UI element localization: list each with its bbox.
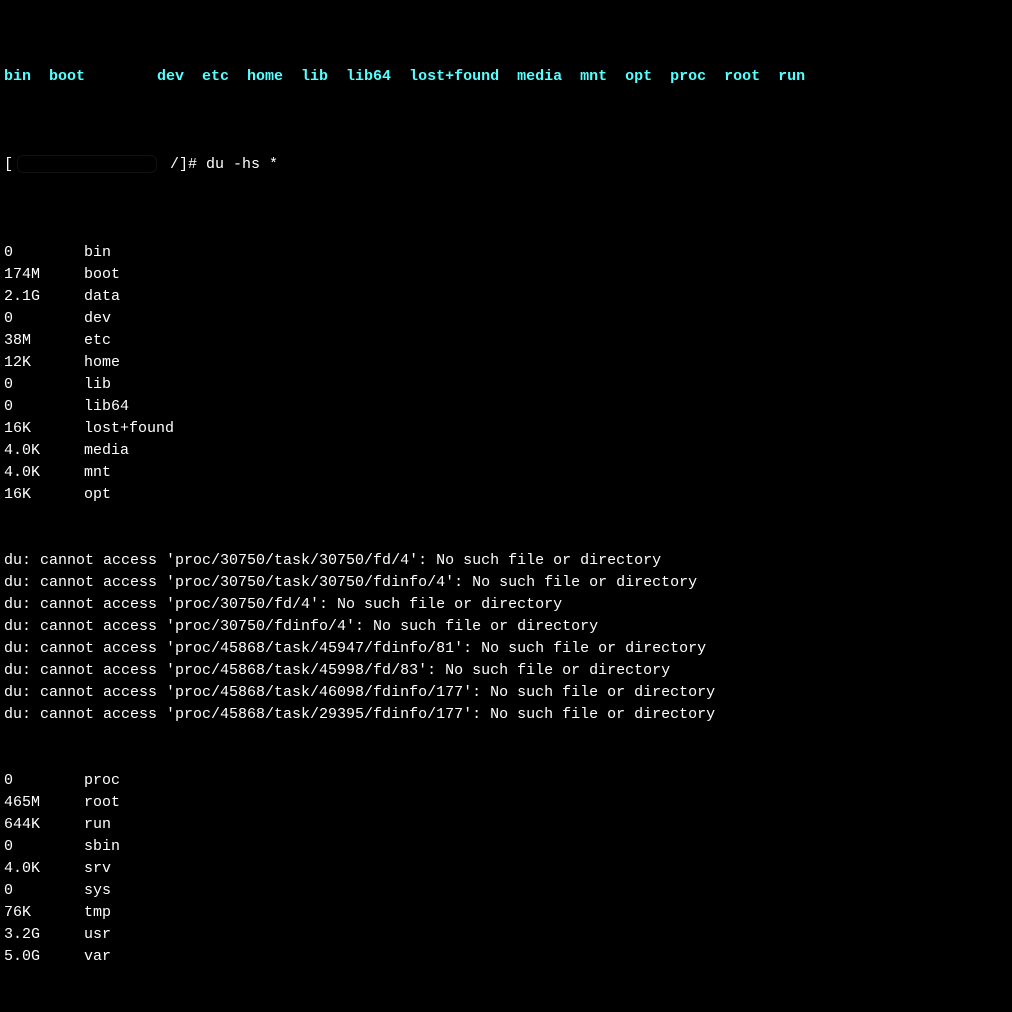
du-row: 174M boot	[4, 264, 1008, 286]
du-name: lib64	[84, 396, 129, 418]
du-name: home	[84, 352, 120, 374]
du-name: media	[84, 440, 129, 462]
du-name: root	[84, 792, 120, 814]
du-size: 0	[4, 242, 84, 264]
du-name: tmp	[84, 902, 111, 924]
du-size: 0	[4, 770, 84, 792]
du-row: 3.2G usr	[4, 924, 1008, 946]
du-row: 0 bin	[4, 242, 1008, 264]
terminal[interactable]: bin boot dev etc home lib lib64 lost+fou…	[4, 0, 1008, 1012]
prompt-suffix: /]#	[161, 156, 206, 173]
du-size: 16K	[4, 484, 84, 506]
du-name: usr	[84, 924, 111, 946]
du-row: 0 proc	[4, 770, 1008, 792]
du-size: 644K	[4, 814, 84, 836]
du-row: 76K tmp	[4, 902, 1008, 924]
dir-listing: bin boot dev etc home lib lib64 lost+fou…	[4, 66, 823, 88]
du-row: 5.0G var	[4, 946, 1008, 968]
du-size: 4.0K	[4, 858, 84, 880]
du-row: 16K opt	[4, 484, 1008, 506]
du-row: 0 sbin	[4, 836, 1008, 858]
du-size: 38M	[4, 330, 84, 352]
du-name: lost+found	[84, 418, 174, 440]
du-size: 16K	[4, 418, 84, 440]
du-row: 0 dev	[4, 308, 1008, 330]
du-size: 0	[4, 396, 84, 418]
ls-output-row: bin boot dev etc home lib lib64 lost+fou…	[4, 66, 1008, 88]
du-name: opt	[84, 484, 111, 506]
redacted-host	[17, 155, 157, 173]
du-row: 0 sys	[4, 880, 1008, 902]
du-name: dev	[84, 308, 111, 330]
du-error-line: du: cannot access 'proc/45868/task/46098…	[4, 682, 1008, 704]
du-row: 644K run	[4, 814, 1008, 836]
du-name: bin	[84, 242, 111, 264]
du-row: 38M etc	[4, 330, 1008, 352]
du-row: 12K home	[4, 352, 1008, 374]
du-row: 0 lib64	[4, 396, 1008, 418]
du-error-line: du: cannot access 'proc/30750/task/30750…	[4, 572, 1008, 594]
du-error-line: du: cannot access 'proc/30750/fdinfo/4':…	[4, 616, 1008, 638]
du-row: 2.1G data	[4, 286, 1008, 308]
du-name: etc	[84, 330, 111, 352]
du-size: 0	[4, 308, 84, 330]
du-size: 12K	[4, 352, 84, 374]
du-name: mnt	[84, 462, 111, 484]
du-size: 0	[4, 836, 84, 858]
du-row: 0 lib	[4, 374, 1008, 396]
command-text: du -hs *	[206, 156, 278, 173]
du-size: 174M	[4, 264, 84, 286]
du-name: lib	[84, 374, 111, 396]
du-name: boot	[84, 264, 120, 286]
du-size: 76K	[4, 902, 84, 924]
du-error-line: du: cannot access 'proc/30750/fd/4': No …	[4, 594, 1008, 616]
du-size: 465M	[4, 792, 84, 814]
du-size: 2.1G	[4, 286, 84, 308]
du-name: srv	[84, 858, 111, 880]
prompt-line: [ /]# du -hs *	[4, 154, 1008, 176]
du-name: sys	[84, 880, 111, 902]
du-row: 4.0K mnt	[4, 462, 1008, 484]
du-size: 0	[4, 880, 84, 902]
du-name: var	[84, 946, 111, 968]
du-error-line: du: cannot access 'proc/45868/task/29395…	[4, 704, 1008, 726]
du-row: 4.0K media	[4, 440, 1008, 462]
du-error-line: du: cannot access 'proc/45868/task/45947…	[4, 638, 1008, 660]
du-error-line: du: cannot access 'proc/30750/task/30750…	[4, 550, 1008, 572]
prompt-prefix: [	[4, 156, 13, 173]
du-name: data	[84, 286, 120, 308]
du-row: 4.0K srv	[4, 858, 1008, 880]
du-name: proc	[84, 770, 120, 792]
du-size: 5.0G	[4, 946, 84, 968]
du-name: run	[84, 814, 111, 836]
du-size: 4.0K	[4, 462, 84, 484]
du-size: 3.2G	[4, 924, 84, 946]
du-size: 0	[4, 374, 84, 396]
du-size: 4.0K	[4, 440, 84, 462]
du-error-line: du: cannot access 'proc/45868/task/45998…	[4, 660, 1008, 682]
du-row: 465M root	[4, 792, 1008, 814]
du-name: sbin	[84, 836, 120, 858]
du-row: 16K lost+found	[4, 418, 1008, 440]
